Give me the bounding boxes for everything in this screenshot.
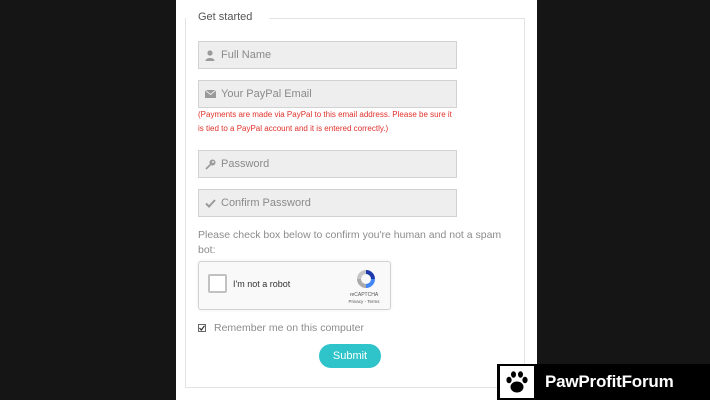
recaptcha-widget: I'm not a robot reCAPTCHA Privacy - Term… <box>198 261 391 310</box>
full-name-placeholder: Full Name <box>221 49 272 61</box>
full-name-input[interactable]: Full Name <box>198 41 457 69</box>
key-icon <box>204 158 216 170</box>
confirm-password-input[interactable]: Confirm Password <box>198 189 457 217</box>
user-icon <box>204 49 216 61</box>
recaptcha-brand: reCAPTCHA <box>349 292 379 298</box>
confirm-password-placeholder: Confirm Password <box>221 197 311 209</box>
remember-checkbox[interactable] <box>198 324 206 332</box>
paypal-email-input[interactable]: Your PayPal Email <box>198 80 457 108</box>
signup-panel: Get started Full Name Your PayPal Email … <box>176 0 537 400</box>
password-input[interactable]: Password <box>198 150 457 178</box>
form-legend: Get started <box>198 11 257 23</box>
remember-label: Remember me on this computer <box>214 322 364 334</box>
password-placeholder: Password <box>221 158 270 170</box>
remember-me[interactable]: Remember me on this computer <box>198 322 364 334</box>
submit-button[interactable]: Submit <box>319 344 381 368</box>
recaptcha-label: I'm not a robot <box>233 279 291 289</box>
envelope-icon <box>204 88 216 100</box>
paw-icon <box>500 366 534 398</box>
watermark-text: PawProfitForum <box>545 372 674 391</box>
human-check-text: Please check box below to confirm you're… <box>198 229 502 256</box>
fieldset-border <box>269 18 525 19</box>
recaptcha-links[interactable]: Privacy - Terms <box>339 299 389 304</box>
paypal-warning: (Payments are made via PayPal to this em… <box>198 110 452 133</box>
checkmark-icon <box>204 197 216 209</box>
recaptcha-checkbox[interactable] <box>208 274 227 293</box>
paypal-email-placeholder: Your PayPal Email <box>221 88 312 100</box>
recaptcha-logo-icon <box>355 268 377 290</box>
watermark-badge: PawProfitForum <box>497 364 710 400</box>
